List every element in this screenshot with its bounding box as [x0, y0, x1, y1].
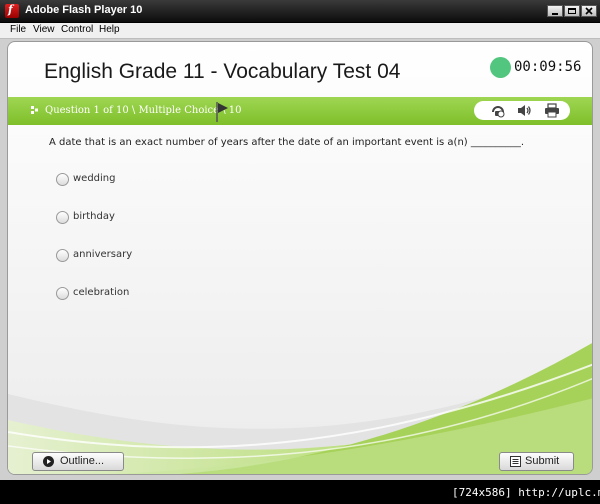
quiz-panel: English Grade 11 - Vocabulary Test 04 00… — [7, 41, 593, 475]
title-bar: f Adobe Flash Player 10 — [0, 0, 600, 23]
submit-button[interactable]: Submit — [499, 452, 574, 471]
minimize-button[interactable] — [547, 5, 563, 17]
submit-button-label: Submit — [525, 455, 560, 467]
radio-button[interactable] — [56, 287, 69, 300]
radio-button[interactable] — [56, 211, 69, 224]
menu-help[interactable]: Help — [99, 24, 120, 35]
network-icon[interactable] — [490, 103, 506, 118]
question-text: A date that is an exact number of years … — [49, 137, 525, 148]
flash-player-window: f Adobe Flash Player 10 File View Contro… — [0, 0, 600, 480]
radio-button[interactable] — [56, 249, 69, 262]
timer-indicator — [490, 57, 511, 78]
radio-button[interactable] — [56, 173, 69, 186]
toolbar-pill — [474, 101, 570, 120]
outline-button-label: Outline... — [60, 455, 105, 467]
checklist-icon — [510, 456, 521, 467]
question-info: Question 1 of 10 \ Multiple Choice \ 10 — [45, 105, 242, 116]
menu-view[interactable]: View — [33, 24, 55, 35]
answer-label: celebration — [73, 287, 130, 298]
window-title: Adobe Flash Player 10 — [25, 4, 143, 16]
quiz-title: English Grade 11 - Vocabulary Test 04 — [44, 60, 401, 83]
answer-label: wedding — [73, 173, 116, 184]
close-button[interactable] — [581, 5, 597, 17]
menu-file[interactable]: File — [10, 24, 26, 35]
timer: 00:09:56 — [514, 59, 582, 75]
image-caption: [724x586] http://uplc.me/ — [452, 486, 600, 499]
answer-label: anniversary — [73, 249, 133, 260]
maximize-button[interactable] — [564, 5, 580, 17]
outline-button[interactable]: Outline... — [32, 452, 124, 471]
question-arrow-icon — [31, 106, 38, 114]
close-icon — [585, 7, 593, 15]
speaker-icon[interactable] — [516, 103, 532, 118]
menu-control[interactable]: Control — [61, 24, 93, 35]
answer-label: birthday — [73, 211, 115, 222]
flag-icon[interactable] — [214, 101, 230, 123]
printer-icon[interactable] — [544, 103, 560, 118]
flash-icon: f — [5, 3, 19, 18]
menu-bar: File View Control Help — [0, 23, 600, 39]
play-icon — [43, 456, 54, 467]
decorative-swoosh — [8, 343, 592, 474]
